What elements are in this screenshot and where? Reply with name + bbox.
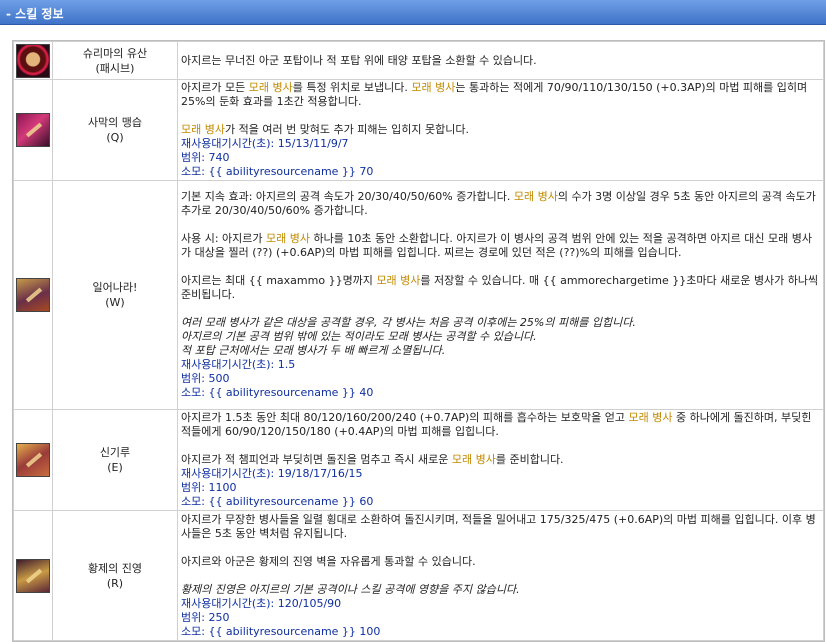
sand-soldier-keyword: 모래 병사 <box>181 123 225 136</box>
desc-text: 아지르가 무장한 병사들을 일렬 횡대로 소환하여 돌진시키며, 적들을 밀어내… <box>181 512 816 540</box>
skill-range: 범위: 1100 <box>181 481 237 494</box>
sand-soldier-keyword: 모래 병사 <box>513 190 558 203</box>
skill-icon-cell <box>13 180 53 410</box>
sand-soldier-keyword: 모래 병사 <box>266 232 311 245</box>
skill-table: 슈리마의 유산 (패시브) 아지르는 무너진 아군 포탑이나 적 포탑 위에 태… <box>13 41 824 641</box>
note-text: 황제의 진영은 아지르의 기본 공격이나 스킬 공격에 영향을 주지 않습니다. <box>181 582 520 596</box>
skill-name: 신기루 <box>99 446 131 459</box>
skill-range: 범위: 500 <box>181 372 230 385</box>
desc-text: 가 적을 여러 번 맞혀도 추가 피해는 입히지 못합니다. <box>224 123 469 136</box>
skill-icon-cell <box>13 510 53 641</box>
skill-row-passive: 슈리마의 유산 (패시브) 아지르는 무너진 아군 포탑이나 적 포탑 위에 태… <box>13 41 824 80</box>
desc-text: 아지르는 최대 {{ maxammo }}명까지 <box>181 274 377 287</box>
skill-range: 범위: 740 <box>181 151 230 164</box>
desc-text: 를 특정 위치로 보냅니다. <box>292 81 412 94</box>
skill-cooldown: 재사용대기시간(초): 1.5 <box>181 358 296 371</box>
skill-row-e: 신기루 (E) 아지르가 1.5초 동안 최대 80/120/160/200/2… <box>13 409 824 511</box>
desc-text: 아지르가 1.5초 동안 최대 80/120/160/200/240 (+0.7… <box>181 411 629 424</box>
skill-name-cell: 사막의 맹습 (Q) <box>52 79 178 181</box>
arise-icon <box>16 278 50 312</box>
emperors-divide-icon <box>16 558 50 593</box>
skill-description: 기본 지속 효과: 아지르의 공격 속도가 20/30/40/50/60% 증가… <box>177 180 824 410</box>
desc-text: 아지르가 모든 <box>181 81 249 94</box>
skill-name: 황제의 진영 <box>87 561 143 575</box>
skill-row-q: 사막의 맹습 (Q) 아지르가 모든 모래 병사를 특정 위치로 보냅니다. 모… <box>13 79 824 181</box>
skill-key: (E) <box>107 461 123 474</box>
skill-description: 아지르는 무너진 아군 포탑이나 적 포탑 위에 태양 포탑을 소환할 수 있습… <box>177 41 824 80</box>
skill-description: 아지르가 모든 모래 병사를 특정 위치로 보냅니다. 모래 병사는 통과하는 … <box>177 79 824 181</box>
skill-icon-cell <box>13 79 53 181</box>
skill-key: (R) <box>106 576 124 590</box>
skill-cooldown: 재사용대기시간(초): 19/18/17/16/15 <box>181 467 363 480</box>
skill-row-w: 일어나라! (W) 기본 지속 효과: 아지르의 공격 속도가 20/30/40… <box>13 180 824 410</box>
skill-row-r: 황제의 진영 (R) 아지르가 무장한 병사들을 일렬 횡대로 소환하여 돌진시… <box>13 510 824 641</box>
skill-cost: 소모: {{ abilityresourcename }} 60 <box>181 495 374 508</box>
skill-range: 범위: 250 <box>181 610 230 624</box>
skill-name-cell: 신기루 (E) <box>52 409 178 511</box>
skill-cost: 소모: {{ abilityresourcename }} 70 <box>181 165 374 178</box>
skill-name-cell: 슈리마의 유산 (패시브) <box>52 41 178 80</box>
note-text: 적 포탑 근처에서는 모래 병사가 두 배 빠르게 소멸됩니다. <box>181 344 446 357</box>
sand-soldier-keyword: 모래 병사 <box>248 81 293 94</box>
skill-cooldown: 재사용대기시간(초): 15/13/11/9/7 <box>181 137 349 150</box>
sand-soldier-keyword: 모래 병사 <box>411 81 456 94</box>
conquering-sands-icon <box>16 113 50 147</box>
skill-cost: 소모: {{ abilityresourcename }} 40 <box>181 386 374 399</box>
desc-text: 아지르는 무너진 아군 포탑이나 적 포탑 위에 태양 포탑을 소환할 수 있습… <box>181 53 537 67</box>
desc-text: 를 준비합니다. <box>495 453 564 466</box>
skill-cost: 소모: {{ abilityresourcename }} 100 <box>181 624 381 638</box>
skill-name-cell: 일어나라! (W) <box>52 180 178 410</box>
skill-icon-cell <box>13 409 53 511</box>
skill-key: (패시브) <box>95 61 135 75</box>
sand-soldier-keyword: 모래 병사 <box>451 453 496 466</box>
azir-passive-icon <box>16 43 50 78</box>
skill-cooldown: 재사용대기시간(초): 120/105/90 <box>181 596 342 610</box>
note-text: 아지르의 기본 공격 범위 밖에 있는 적이라도 모래 병사는 공격할 수 있습… <box>181 330 537 343</box>
section-header: - 스킬 정보 <box>0 0 826 25</box>
desc-text: 아지르와 아군은 황제의 진영 벽을 자유롭게 통과할 수 있습니다. <box>181 554 476 568</box>
section-title: - 스킬 정보 <box>6 7 64 21</box>
skill-key: (Q) <box>106 131 124 144</box>
skill-table-container: 슈리마의 유산 (패시브) 아지르는 무너진 아군 포탑이나 적 포탑 위에 태… <box>12 40 825 642</box>
skill-description: 아지르가 1.5초 동안 최대 80/120/160/200/240 (+0.7… <box>177 409 824 511</box>
skill-name-cell: 황제의 진영 (R) <box>52 510 178 641</box>
skill-name: 슈리마의 유산 <box>82 46 148 60</box>
sand-soldier-keyword: 모래 병사 <box>376 274 421 287</box>
skill-name: 일어나라! <box>92 281 138 294</box>
desc-text: 아지르가 적 챔피언과 부딪히면 돌진을 멈추고 즉시 새로운 <box>181 453 452 466</box>
skill-description: 아지르가 무장한 병사들을 일렬 횡대로 소환하여 돌진시키며, 적들을 밀어내… <box>177 510 824 641</box>
skill-name: 사막의 맹습 <box>87 116 143 129</box>
sand-soldier-keyword: 모래 병사 <box>628 411 673 424</box>
skill-key: (W) <box>105 296 125 309</box>
desc-text: 사용 시: 아지르가 <box>181 232 267 245</box>
desc-text: 기본 지속 효과: 아지르의 공격 속도가 20/30/40/50/60% 증가… <box>181 190 514 203</box>
shifting-sands-icon <box>16 443 50 477</box>
skill-icon-cell <box>13 41 53 80</box>
note-text: 여러 모래 병사가 같은 대상을 공격할 경우, 각 병사는 처음 공격 이후에… <box>181 316 636 329</box>
